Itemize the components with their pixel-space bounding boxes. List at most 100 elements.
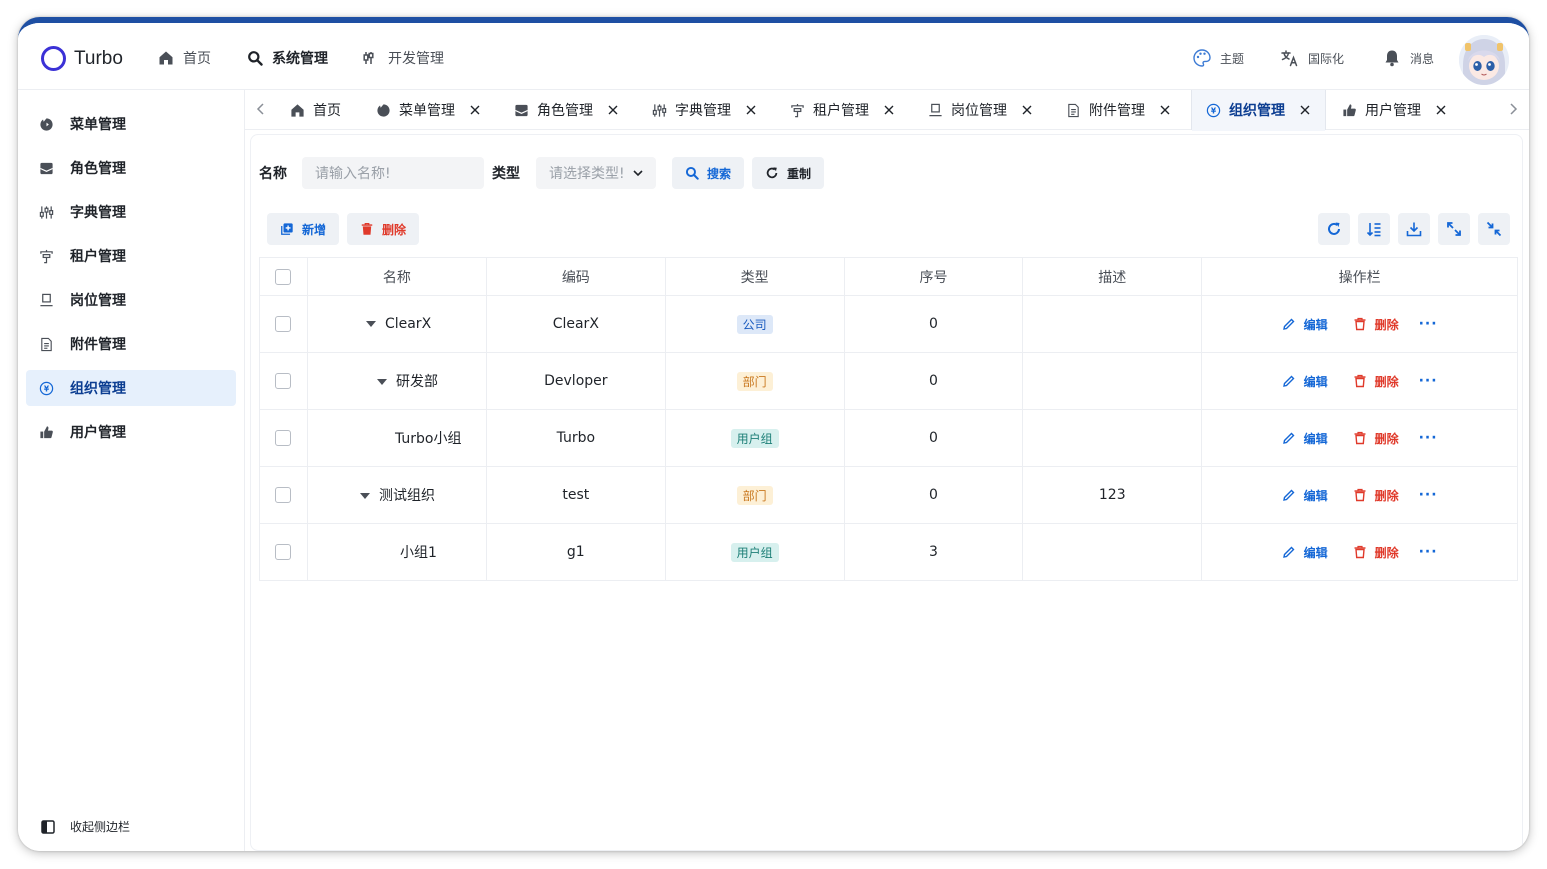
app-logo[interactable]: Turbo bbox=[41, 46, 123, 71]
sidebar-item-menu[interactable]: 菜单管理 bbox=[26, 106, 236, 142]
edit-button[interactable]: 编辑 bbox=[1282, 316, 1328, 333]
theme-button[interactable]: 主题 bbox=[1192, 48, 1244, 68]
column-header[interactable]: 描述 bbox=[1022, 257, 1203, 296]
delete-button[interactable]: 删除 bbox=[1353, 487, 1399, 504]
edit-button[interactable]: 编辑 bbox=[1282, 487, 1328, 504]
desc-cell bbox=[1022, 523, 1203, 581]
collapse-sidebar-button[interactable]: 收起侧边栏 bbox=[40, 818, 130, 835]
row-checkbox[interactable] bbox=[275, 544, 292, 560]
row-checkbox[interactable] bbox=[275, 316, 292, 332]
refresh-icon bbox=[1328, 222, 1340, 235]
name-filter-label: 名称 bbox=[259, 166, 287, 182]
expand-caret-icon[interactable] bbox=[376, 379, 387, 385]
expand-button[interactable] bbox=[1438, 213, 1470, 245]
sidebar-item-dict[interactable]: 字典管理 bbox=[26, 194, 236, 230]
more-options-button[interactable]: ··· bbox=[1419, 544, 1438, 560]
column-header[interactable]: 序号 bbox=[843, 257, 1024, 296]
edit-button[interactable]: 编辑 bbox=[1282, 430, 1328, 447]
expand-caret-icon[interactable] bbox=[365, 321, 376, 327]
order-cell: 0 bbox=[843, 295, 1024, 353]
sidebar-item-user[interactable]: 用户管理 bbox=[26, 414, 236, 450]
delete-button[interactable]: 删除 bbox=[1353, 316, 1399, 333]
bulk-delete-button[interactable]: 删除 bbox=[347, 213, 419, 245]
row-checkbox[interactable] bbox=[275, 373, 292, 389]
expand-caret-icon[interactable] bbox=[359, 493, 370, 499]
column-header[interactable]: 名称 bbox=[306, 257, 487, 296]
close-icon[interactable] bbox=[883, 104, 895, 116]
close-icon[interactable] bbox=[1159, 104, 1171, 116]
tab-dict[interactable]: 字典管理 bbox=[652, 90, 757, 130]
tab-role[interactable]: 角色管理 bbox=[514, 90, 619, 130]
i18n-button[interactable]: 国际化 bbox=[1280, 48, 1344, 68]
tab-post[interactable]: 岗位管理 bbox=[928, 90, 1033, 130]
download-button[interactable] bbox=[1398, 213, 1430, 245]
download-icon bbox=[1406, 222, 1422, 237]
name-search-input[interactable]: 请输入名称! bbox=[302, 157, 484, 189]
collapse-button[interactable] bbox=[1478, 213, 1510, 245]
tab-scroll-left-icon[interactable] bbox=[255, 102, 267, 116]
delete-button[interactable]: 删除 bbox=[1353, 544, 1399, 561]
type-tag: 部门 bbox=[736, 485, 773, 505]
search-icon bbox=[248, 51, 263, 66]
app-name: Turbo bbox=[74, 47, 123, 69]
delete-button[interactable]: 删除 bbox=[1353, 373, 1399, 390]
select-all-cell bbox=[259, 257, 308, 296]
tab-menu[interactable]: 菜单管理 bbox=[376, 90, 481, 130]
tab-label: 岗位管理 bbox=[951, 103, 1007, 119]
sidebar-item-file[interactable]: 附件管理 bbox=[26, 326, 236, 362]
edit-button[interactable]: 编辑 bbox=[1282, 373, 1328, 390]
trash-icon bbox=[1354, 431, 1366, 445]
row-checkbox[interactable] bbox=[275, 487, 292, 503]
column-header[interactable]: 编码 bbox=[485, 257, 666, 296]
column-header[interactable]: 类型 bbox=[664, 257, 845, 296]
org-icon: ¥ bbox=[39, 381, 54, 395]
code-cell: g1 bbox=[485, 523, 666, 581]
topnav-dev[interactable]: 开发管理 bbox=[363, 48, 444, 68]
tab-label: 用户管理 bbox=[1365, 103, 1421, 119]
pencil-icon bbox=[1282, 489, 1295, 501]
more-options-button[interactable]: ··· bbox=[1419, 430, 1438, 446]
add-button[interactable]: 新增 bbox=[267, 213, 339, 245]
messages-button[interactable]: 消息 bbox=[1382, 48, 1434, 68]
sidebar-item-org[interactable]: ¥ 组织管理 bbox=[26, 370, 236, 406]
sort-button[interactable] bbox=[1358, 213, 1390, 245]
close-icon[interactable] bbox=[607, 104, 619, 116]
tab-org[interactable]: ¥ 组织管理 bbox=[1191, 90, 1326, 131]
dev-icon bbox=[363, 52, 374, 64]
reset-button[interactable]: 重制 bbox=[752, 157, 824, 189]
sidebar: 菜单管理 角色管理 字典管理 租户管理 岗位管理 附件管理 ¥ 组织管理 用户管 bbox=[18, 90, 245, 851]
svg-text:¥: ¥ bbox=[44, 384, 50, 393]
tab-home[interactable]: 首页 bbox=[290, 90, 341, 130]
search-button[interactable]: 搜索 bbox=[672, 157, 744, 189]
actions-cell: 编辑 删除 ··· bbox=[1201, 466, 1518, 524]
row-checkbox[interactable] bbox=[275, 430, 292, 446]
tab-scroll-right-icon[interactable] bbox=[1507, 102, 1519, 116]
close-icon[interactable] bbox=[469, 104, 481, 116]
close-icon[interactable] bbox=[745, 104, 757, 116]
delete-button[interactable]: 删除 bbox=[1353, 430, 1399, 447]
more-options-button[interactable]: ··· bbox=[1419, 373, 1438, 389]
row-name: 小组1 bbox=[399, 545, 437, 561]
desc-cell bbox=[1022, 409, 1203, 467]
topnav-system[interactable]: 系统管理 bbox=[247, 48, 328, 68]
tab-tenant[interactable]: 租户管理 bbox=[790, 90, 895, 130]
sidebar-item-role[interactable]: 角色管理 bbox=[26, 150, 236, 186]
more-options-button[interactable]: ··· bbox=[1419, 316, 1438, 332]
select-all-checkbox[interactable] bbox=[275, 268, 292, 285]
edit-button[interactable]: 编辑 bbox=[1282, 544, 1328, 561]
tab-user[interactable]: 用户管理 bbox=[1342, 90, 1447, 130]
home-icon bbox=[291, 103, 304, 117]
search-icon bbox=[685, 166, 699, 180]
more-options-button[interactable]: ··· bbox=[1419, 487, 1438, 503]
close-icon[interactable] bbox=[1299, 104, 1311, 116]
topnav-home[interactable]: 首页 bbox=[158, 48, 211, 68]
type-select[interactable]: 请选择类型! bbox=[536, 157, 656, 189]
tab-file[interactable]: 附件管理 bbox=[1066, 90, 1171, 130]
avatar[interactable] bbox=[1459, 35, 1509, 85]
close-icon[interactable] bbox=[1021, 104, 1033, 116]
sidebar-item-post[interactable]: 岗位管理 bbox=[26, 282, 236, 318]
sidebar-item-tenant[interactable]: 租户管理 bbox=[26, 238, 236, 274]
delete-label: 删除 bbox=[1374, 317, 1399, 332]
close-icon[interactable] bbox=[1435, 104, 1447, 116]
reload-button[interactable] bbox=[1318, 213, 1350, 245]
